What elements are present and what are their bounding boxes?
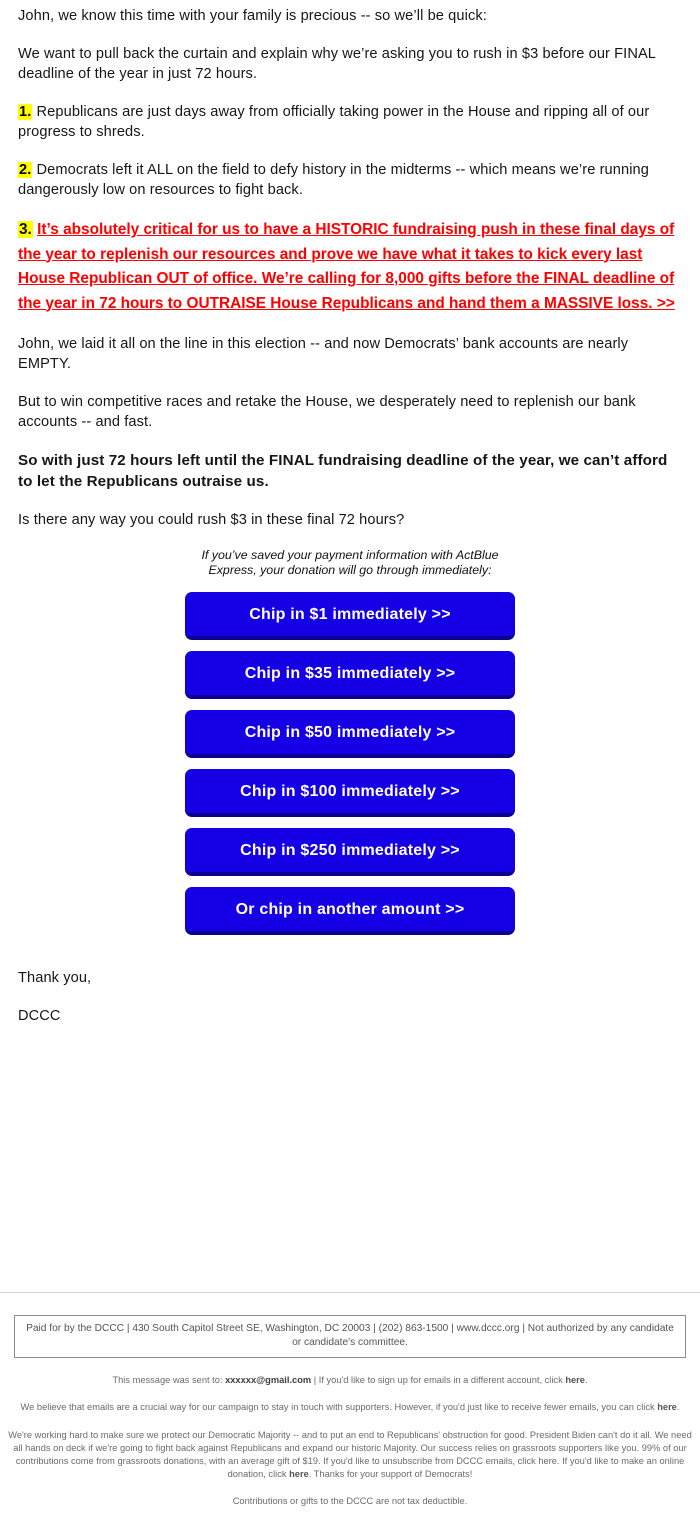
sent-to-suffix: | If you'd like to sign up for emails in… bbox=[313, 1375, 563, 1385]
signoff-thanks: Thank you, bbox=[18, 970, 92, 986]
disclaimer-tail: . Thanks for your support of Democrats! bbox=[308, 1469, 473, 1479]
paragraph-deadline-bold: So with just 72 hours left until the FIN… bbox=[18, 452, 668, 490]
donate-button-35[interactable]: Chip in $35 immediately >> bbox=[185, 651, 515, 699]
fewer-emails-period: . bbox=[676, 1402, 680, 1412]
bottom-spacer bbox=[0, 1044, 700, 1292]
paragraph-empty-accounts: John, we laid it all on the line in this… bbox=[18, 336, 629, 372]
recipient-email: xxxxxx@gmail.com bbox=[225, 1375, 312, 1385]
footer-tax-notice: Contributions or gifts to the DCCC are n… bbox=[232, 1496, 468, 1506]
fewer-emails-text: We believe that emails are a crucial way… bbox=[20, 1402, 655, 1412]
actblue-express-note: If you’ve saved your payment information… bbox=[201, 548, 499, 577]
paid-for-disclosure: Paid for by the DCCC | 430 South Capitol… bbox=[14, 1315, 686, 1358]
sent-to-period: . bbox=[584, 1375, 588, 1385]
email-signoff: Thank you, DCCC bbox=[0, 946, 700, 1026]
footer-long-disclaimer: We're working hard to make sure we prote… bbox=[0, 1429, 700, 1481]
point-1: 1. Republicans are just days away from o… bbox=[18, 102, 682, 142]
point-2: 2. Democrats left it ALL on the field to… bbox=[18, 160, 682, 200]
donate-button-other[interactable]: Or chip in another amount >> bbox=[185, 887, 515, 935]
point-3-donate-link[interactable]: It’s absolutely critical for us to have … bbox=[18, 221, 675, 312]
donate-button-100[interactable]: Chip in $100 immediately >> bbox=[185, 769, 515, 817]
point-1-text: Republicans are just days away from offi… bbox=[18, 104, 650, 140]
donate-here-link[interactable]: here bbox=[289, 1469, 309, 1479]
footer-fewer-emails-line: We believe that emails are a crucial way… bbox=[0, 1401, 700, 1414]
point-3-number: 3. bbox=[18, 221, 33, 238]
point-2-text: Democrats left it ALL on the field to de… bbox=[18, 162, 649, 198]
fewer-emails-here-link[interactable]: here bbox=[657, 1402, 677, 1412]
footer-divider bbox=[0, 1292, 700, 1293]
point-3-red-callout: 3. It’s absolutely critical for us to ha… bbox=[18, 218, 682, 316]
donate-button-1[interactable]: Chip in $1 immediately >> bbox=[185, 592, 515, 640]
paragraph-greeting: John, we know this time with your family… bbox=[18, 8, 487, 24]
paragraph-curtain: We want to pull back the curtain and exp… bbox=[18, 46, 656, 82]
footer-sent-to-line: This message was sent to: xxxxxx@gmail.c… bbox=[0, 1374, 700, 1387]
email-body: John, we know this time with your family… bbox=[0, 0, 700, 530]
point-2-number: 2. bbox=[18, 162, 33, 178]
point-1-number: 1. bbox=[18, 104, 33, 120]
donate-button-250[interactable]: Chip in $250 immediately >> bbox=[185, 828, 515, 876]
paragraph-replenish: But to win competitive races and retake … bbox=[18, 394, 636, 430]
donate-button-50[interactable]: Chip in $50 immediately >> bbox=[185, 710, 515, 758]
signoff-org: DCCC bbox=[18, 1008, 61, 1024]
paragraph-ask: Is there any way you could rush $3 in th… bbox=[18, 512, 405, 528]
signup-here-link[interactable]: here bbox=[565, 1375, 585, 1385]
donate-button-group: Chip in $1 immediately >> Chip in $35 im… bbox=[185, 588, 515, 935]
sent-to-prefix: This message was sent to: bbox=[112, 1375, 223, 1385]
email-page: John, we know this time with your family… bbox=[0, 0, 700, 1518]
